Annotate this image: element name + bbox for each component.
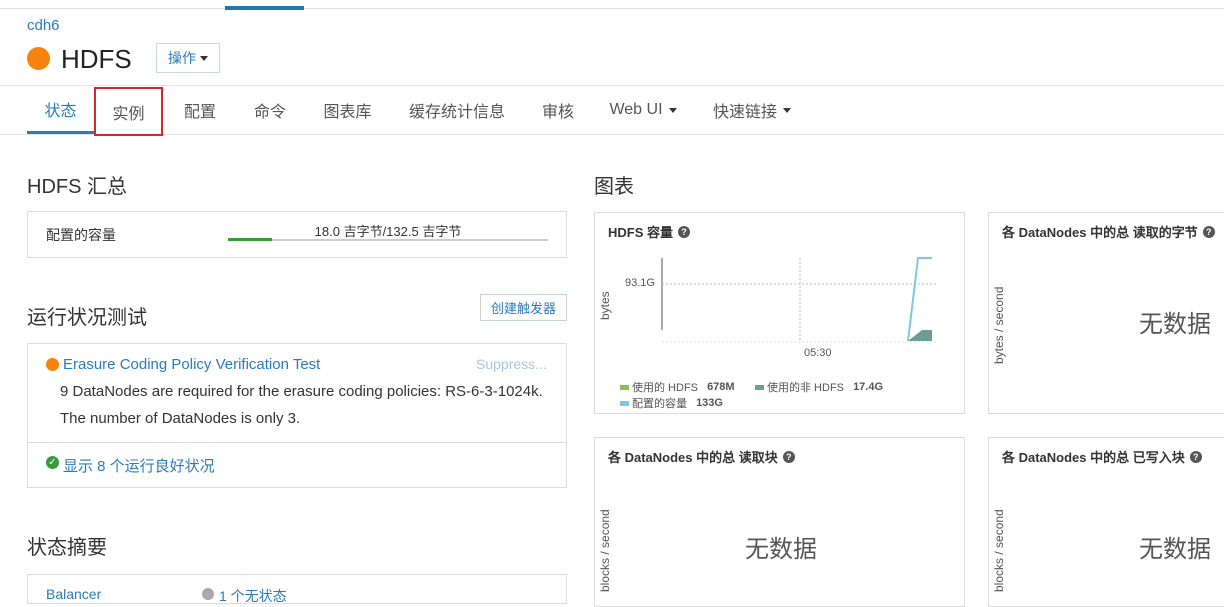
- tab-audit[interactable]: 审核: [532, 86, 584, 134]
- legend-item: 配置的容量 133G: [620, 395, 723, 411]
- help-icon[interactable]: ?: [1202, 225, 1215, 238]
- help-icon[interactable]: ?: [678, 225, 691, 238]
- chart-title-text: 各 DataNodes 中的总 读取的字节: [1002, 225, 1198, 240]
- legend-label: 使用的 HDFS: [632, 382, 698, 394]
- tab-label: 实例: [112, 105, 145, 123]
- balancer-link[interactable]: Balancer: [46, 586, 101, 602]
- chart-title: 各 DataNodes 中的总 读取块?: [608, 447, 795, 466]
- check-circle-icon: ✓: [46, 456, 59, 469]
- actions-button[interactable]: 操作: [156, 43, 220, 73]
- status-summary-title: 状态摘要: [27, 537, 107, 559]
- capacity-plot: [661, 257, 938, 343]
- help-icon[interactable]: ?: [782, 450, 795, 463]
- legend-value: 678M: [707, 381, 735, 393]
- tab-label: 缓存统计信息: [408, 104, 505, 121]
- tab-config[interactable]: 配置: [170, 86, 230, 134]
- health-test-link[interactable]: Erasure Coding Policy Verification Test: [63, 356, 320, 373]
- chevron-down-icon: [783, 107, 791, 113]
- y-axis-label: blocks / second: [598, 509, 612, 592]
- tab-chart-library[interactable]: 图表库: [310, 86, 385, 134]
- cluster-link[interactable]: cdh6: [27, 17, 60, 34]
- unknown-status-icon: [202, 588, 214, 600]
- capacity-bar-fill: [228, 238, 272, 241]
- no-data-label: 无数据: [1139, 311, 1211, 338]
- tab-web-ui[interactable]: Web UI: [600, 86, 686, 134]
- chart-title: 各 DataNodes 中的总 读取的字节?: [1002, 222, 1215, 241]
- legend-swatch: [620, 384, 629, 390]
- chart-title: HDFS 容量?: [608, 222, 691, 241]
- charts-title: 图表: [594, 176, 634, 198]
- tab-label: 快速链接: [712, 104, 777, 121]
- legend-item: 使用的非 HDFS 17.4G: [755, 379, 883, 395]
- tab-status[interactable]: 状态: [27, 86, 94, 134]
- series-line-capacity: [907, 257, 932, 342]
- legend-value: 133G: [696, 397, 723, 409]
- nav-divider-bottom: [0, 134, 1224, 135]
- capacity-bar-track: [228, 239, 548, 241]
- top-divider: [0, 8, 1224, 9]
- capacity-label: 配置的容量: [46, 227, 116, 243]
- health-message-line1: 9 DataNodes are required for the erasure…: [60, 383, 543, 400]
- legend-value: 17.4G: [853, 381, 884, 393]
- chart-title-text: 各 DataNodes 中的总 读取块: [608, 450, 778, 465]
- legend-label: 配置的容量: [632, 398, 687, 410]
- tab-cache-stats[interactable]: 缓存统计信息: [398, 86, 516, 134]
- health-divider: [27, 442, 567, 443]
- legend-item: 使用的 HDFS 678M: [620, 379, 735, 395]
- chevron-down-icon: [200, 55, 208, 61]
- tab-instances[interactable]: 实例: [94, 87, 163, 136]
- status-summary-panel: [27, 574, 567, 604]
- help-icon[interactable]: ?: [1189, 450, 1202, 463]
- service-title: HDFS: [61, 44, 132, 74]
- legend-label: 使用的非 HDFS: [767, 382, 844, 394]
- chart-title-text: HDFS 容量: [608, 225, 674, 240]
- chart-title-text: 各 DataNodes 中的总 已写入块: [1002, 450, 1185, 465]
- tab-label: 命令: [253, 104, 286, 121]
- actions-label: 操作: [168, 50, 196, 66]
- series-area-non-hdfs: [908, 330, 932, 341]
- chart-title: 各 DataNodes 中的总 已写入块?: [1002, 447, 1202, 466]
- tab-label: 配置: [183, 104, 216, 121]
- no-data-label: 无数据: [745, 536, 817, 563]
- legend-swatch: [620, 400, 629, 406]
- health-title: 运行状况测试: [27, 307, 147, 329]
- health-message-line2: The number of DataNodes is only 3.: [60, 410, 301, 427]
- tab-label: 审核: [541, 104, 574, 121]
- legend-swatch: [755, 384, 764, 390]
- tab-commands[interactable]: 命令: [240, 86, 300, 134]
- service-status-icon: [27, 47, 50, 70]
- no-data-label: 无数据: [1139, 536, 1211, 563]
- top-accent-bar: [225, 6, 304, 10]
- tab-label: 状态: [44, 102, 77, 120]
- warning-status-icon: [46, 358, 59, 371]
- create-trigger-button[interactable]: 创建触发器: [480, 294, 567, 321]
- y-axis-label: bytes / second: [992, 286, 1006, 364]
- capacity-value: 18.0 吉字节/132.5 吉字节: [314, 224, 462, 239]
- chevron-down-icon: [668, 107, 677, 113]
- show-good-health-link[interactable]: 显示 8 个运行良好状况: [63, 455, 215, 476]
- tab-label: 图表库: [323, 104, 372, 121]
- tab-label: Web UI: [609, 101, 663, 118]
- balancer-status[interactable]: 1 个无状态: [219, 586, 287, 606]
- y-axis-label: blocks / second: [992, 509, 1006, 592]
- tab-quick-links[interactable]: 快速链接: [704, 86, 800, 134]
- summary-title: HDFS 汇总: [27, 176, 127, 198]
- suppress-link[interactable]: Suppress...: [476, 356, 547, 372]
